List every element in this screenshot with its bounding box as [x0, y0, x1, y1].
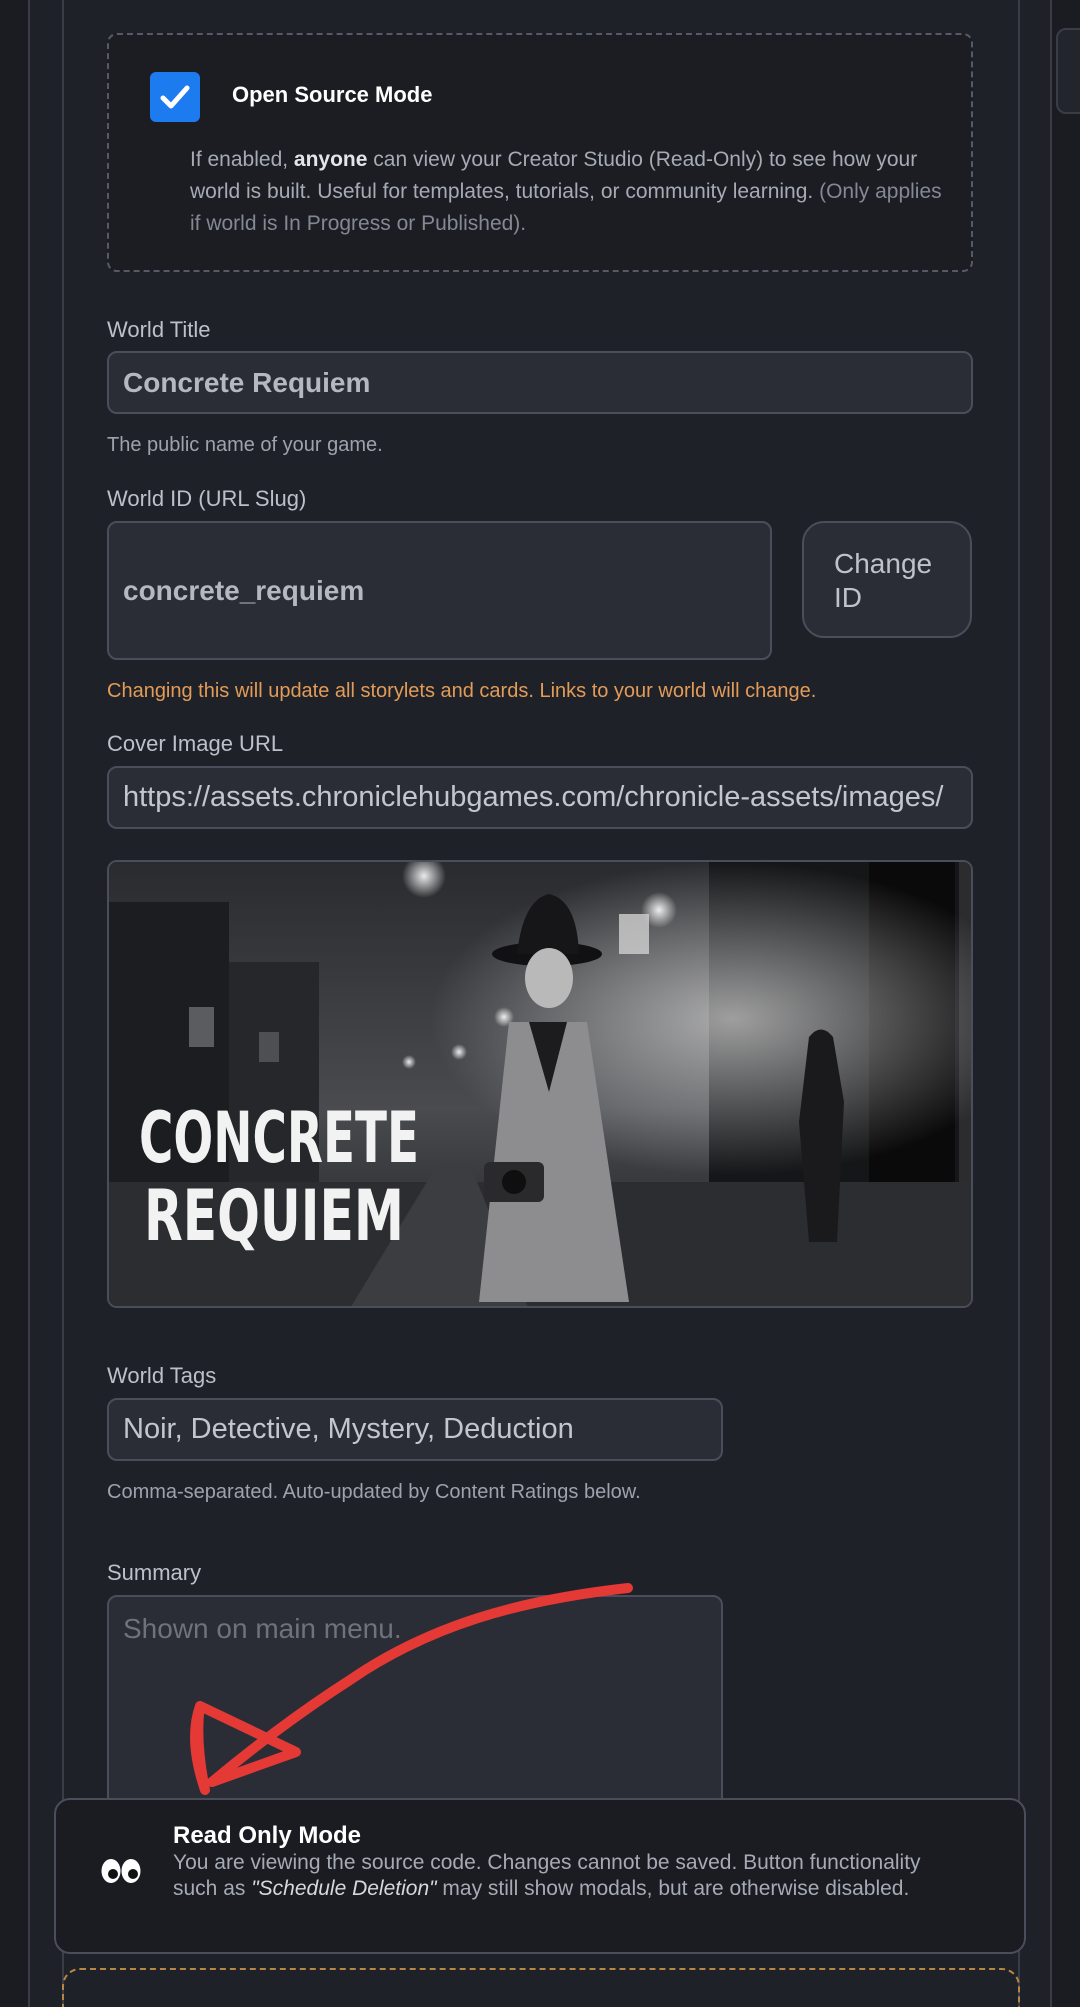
right-sidebar-tab[interactable] — [1056, 28, 1080, 114]
world-tags-label: World Tags — [107, 1363, 217, 1388]
change-id-label-2: ID — [834, 582, 862, 613]
read-only-title: Read Only Mode — [173, 1822, 362, 1849]
open-source-title: Open Source Mode — [232, 82, 433, 107]
cover-image: CONCRETE REQUIEM — [109, 862, 971, 1306]
summary-placeholder: Shown on main menu. — [123, 1613, 402, 1644]
left-sidebar-edge — [0, 0, 30, 2007]
cover-title-line2: REQUIEM — [144, 1175, 404, 1257]
cover-image-label: Cover Image URL — [107, 731, 284, 756]
checkmark-icon — [160, 85, 190, 109]
summary-textarea[interactable]: Shown on main menu. — [107, 1595, 723, 1810]
open-source-checkbox[interactable] — [150, 72, 200, 122]
world-id-input[interactable]: concrete_requiem — [107, 521, 772, 660]
right-sidebar-edge — [1050, 0, 1080, 2007]
open-source-description: If enabled, anyone can view your Creator… — [190, 148, 942, 235]
change-id-button[interactable]: Change ID — [802, 521, 972, 638]
eyes-icon — [100, 1856, 142, 1891]
cover-image-preview: CONCRETE REQUIEM — [107, 860, 973, 1308]
world-title-input[interactable]: Concrete Requiem — [107, 351, 973, 414]
bottom-dashed-section — [62, 1968, 1020, 2007]
change-id-label-1: Change — [834, 548, 933, 579]
world-id-warning: Changing this will update all storylets … — [107, 680, 817, 702]
world-title-label: World Title — [107, 317, 211, 342]
world-id-label: World ID (URL Slug) — [107, 486, 307, 511]
summary-label: Summary — [107, 1560, 202, 1585]
cover-title-line1: CONCRETE — [139, 1097, 419, 1179]
read-only-description: You are viewing the source code. Changes… — [173, 1851, 921, 1900]
cover-image-url-input[interactable]: https://assets.chroniclehubgames.com/chr… — [107, 766, 973, 829]
world-title-help: The public name of your game. — [107, 434, 383, 456]
world-tags-help: Comma-separated. Auto-updated by Content… — [107, 1481, 641, 1503]
world-tags-input[interactable]: Noir, Detective, Mystery, Deduction — [107, 1398, 723, 1461]
